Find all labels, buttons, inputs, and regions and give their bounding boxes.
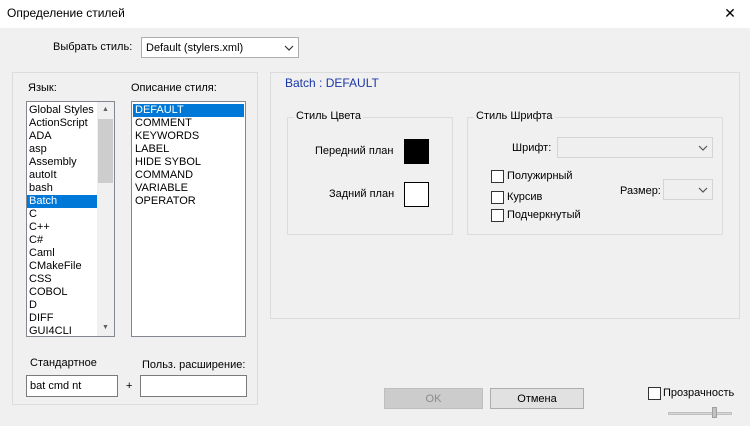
font-style-label: Стиль Шрифта	[474, 110, 555, 122]
language-list-item[interactable]: COBOL	[27, 286, 97, 299]
user-extension-label: Польз. расширение:	[142, 359, 246, 371]
window-title: Определение стилей	[7, 6, 125, 20]
style-list-item[interactable]: VARIABLE	[133, 182, 244, 195]
background-color-swatch[interactable]	[404, 182, 429, 207]
style-picker-value: Default (stylers.xml)	[146, 41, 244, 54]
style-list[interactable]: DEFAULT COMMENT KEYWORDS LABEL HIDE SYBOL COM…	[131, 101, 246, 337]
ok-button[interactable]: OK	[384, 388, 483, 409]
default-extension-label: Стандартное	[30, 357, 97, 369]
foreground-label: Передний план	[315, 145, 394, 157]
transparency-checkbox[interactable]	[648, 387, 661, 400]
font-style-group	[467, 117, 723, 235]
style-items: DEFAULT COMMENT KEYWORDS LABEL HIDE SYBOL COM…	[133, 104, 244, 208]
language-list[interactable]: Global Styles ActionScript ADA asp Assembly a…	[26, 101, 115, 337]
style-picker-label: Выбрать стиль:	[53, 41, 133, 53]
default-extension-field[interactable]: bat cmd nt	[26, 375, 118, 397]
user-extension-field[interactable]	[140, 375, 247, 397]
language-list-item[interactable]: ADA	[27, 130, 97, 143]
font-dropdown[interactable]	[557, 137, 713, 158]
style-list-item[interactable]: COMMAND	[133, 169, 244, 182]
language-list-item[interactable]: C#	[27, 234, 97, 247]
font-label: Шрифт:	[512, 142, 552, 154]
style-list-item[interactable]: KEYWORDS	[133, 130, 244, 143]
language-list-item[interactable]: Global Styles	[27, 104, 97, 117]
transparency-slider-track[interactable]	[668, 412, 732, 415]
close-icon: ✕	[724, 4, 736, 21]
italic-checkbox[interactable]	[491, 191, 504, 204]
bold-label: Полужирный	[507, 170, 573, 182]
title-bar: Определение стилей ✕	[0, 0, 750, 28]
foreground-color-swatch[interactable]	[404, 139, 429, 164]
language-list-item[interactable]: CSS	[27, 273, 97, 286]
style-list-item[interactable]: DEFAULT	[133, 104, 244, 117]
chevron-down-icon	[694, 138, 712, 157]
language-list-item[interactable]: ActionScript	[27, 117, 97, 130]
language-items: Global Styles ActionScript ADA asp Assembly a…	[27, 104, 97, 336]
size-label: Размер:	[620, 185, 661, 197]
underline-label: Подчеркнутый	[507, 209, 581, 221]
plus-sign: +	[126, 380, 133, 392]
language-list-scrollbar[interactable]: ▲ ▼	[97, 102, 114, 336]
close-button[interactable]: ✕	[716, 0, 744, 26]
language-list-item[interactable]: asp	[27, 143, 97, 156]
chevron-down-icon	[280, 38, 298, 57]
language-label: Язык:	[28, 82, 57, 94]
language-list-item[interactable]: autoIt	[27, 169, 97, 182]
language-list-item[interactable]: GUI4CLI	[27, 325, 97, 336]
bold-checkbox[interactable]	[491, 170, 504, 183]
style-list-item[interactable]: COMMENT	[133, 117, 244, 130]
italic-label: Курсив	[507, 191, 543, 203]
language-list-item[interactable]: CMakeFile	[27, 260, 97, 273]
scroll-up-icon[interactable]: ▲	[97, 102, 114, 116]
language-list-item[interactable]: DIFF	[27, 312, 97, 325]
language-list-item[interactable]: D	[27, 299, 97, 312]
style-list-item[interactable]: LABEL	[133, 143, 244, 156]
style-description-label: Описание стиля:	[131, 82, 217, 94]
underline-checkbox[interactable]	[491, 209, 504, 222]
transparency-slider-thumb[interactable]	[712, 407, 717, 418]
transparency-label: Прозрачность	[663, 387, 735, 399]
language-list-item[interactable]: Caml	[27, 247, 97, 260]
language-list-item[interactable]: bash	[27, 182, 97, 195]
size-dropdown[interactable]	[663, 179, 713, 200]
language-list-item[interactable]: C	[27, 208, 97, 221]
chevron-down-icon	[694, 180, 712, 199]
scroll-thumb[interactable]	[98, 119, 113, 183]
language-list-item[interactable]: Assembly	[27, 156, 97, 169]
language-list-item[interactable]: Batch	[27, 195, 97, 208]
style-picker-dropdown[interactable]: Default (stylers.xml)	[141, 37, 299, 58]
color-style-label: Стиль Цвета	[294, 110, 363, 122]
color-style-group	[287, 117, 453, 235]
background-label: Задний план	[329, 188, 395, 200]
style-list-item[interactable]: HIDE SYBOL	[133, 156, 244, 169]
style-list-item[interactable]: OPERATOR	[133, 195, 244, 208]
details-header: Batch : DEFAULT	[285, 76, 379, 90]
cancel-button[interactable]: Отмена	[490, 388, 584, 409]
scroll-down-icon[interactable]: ▼	[97, 320, 114, 334]
language-list-item[interactable]: C++	[27, 221, 97, 234]
